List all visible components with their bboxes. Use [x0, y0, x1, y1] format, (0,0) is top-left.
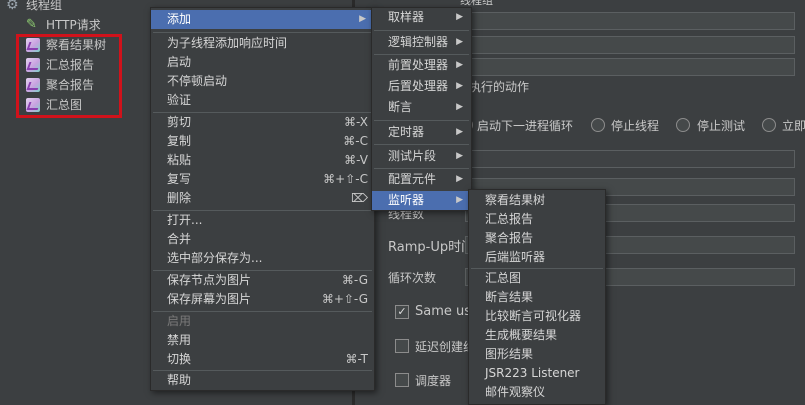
chevron-right-icon: ▶ — [456, 195, 463, 205]
menu-item-assertion-results[interactable]: 断言结果 — [469, 288, 605, 307]
chevron-right-icon: ▶ — [359, 14, 366, 24]
menu-item-delete[interactable]: 删除 ⌦ — [151, 189, 374, 208]
menu-item-summary-report[interactable]: 汇总报告 — [469, 210, 605, 229]
radio-stop-test[interactable] — [676, 118, 690, 132]
menu-item-post-processor[interactable]: 后置处理器 ▶ — [372, 77, 471, 96]
menu-item-listener[interactable]: 监听器 ▶ — [372, 191, 471, 210]
menu-item-save-selection[interactable]: 选中部分保存为... — [151, 249, 374, 268]
menu-item-copy[interactable]: 复制 ⌘-C — [151, 132, 374, 151]
chevron-right-icon: ▶ — [456, 127, 463, 137]
menu-item-view-results-tree[interactable]: 察看结果树 — [469, 191, 605, 210]
menu-item-backend-listener[interactable]: 后端监听器 — [469, 248, 605, 267]
rampup-label: Ramp-Up时间 — [388, 240, 475, 255]
menu-item-jsr223-listener[interactable]: JSR223 Listener — [469, 364, 605, 383]
menu-item-generate-summary[interactable]: 生成概要结果 — [469, 326, 605, 345]
menu-item-comparison-visualizer[interactable]: 比较断言可视化器 — [469, 307, 605, 326]
menu-item-config-element[interactable]: 配置元件 ▶ — [372, 170, 471, 189]
threads-panel — [465, 150, 795, 168]
name-field[interactable] — [465, 12, 795, 30]
menu-item-save-node-image[interactable]: 保存节点为图片 ⌘-G — [151, 271, 374, 290]
menu-item-toggle[interactable]: 切换 ⌘-T — [151, 350, 374, 369]
chevron-right-icon: ▶ — [456, 12, 463, 22]
menu-item-merge[interactable]: 合并 — [151, 230, 374, 249]
menu-item-logic-controller[interactable]: 逻辑控制器 ▶ — [372, 33, 471, 52]
menu-separator — [374, 120, 469, 121]
scheduler-label: 调度器 — [415, 374, 452, 388]
menu-item[interactable]: 验证 — [151, 91, 374, 110]
menu-item-cut[interactable]: 剪切 ⌘-X — [151, 113, 374, 132]
radio-label: 停止线程 — [611, 119, 660, 133]
menu-separator — [374, 30, 469, 31]
add-submenu: 取样器 ▶ 逻辑控制器 ▶ 前置处理器 ▶ 后置处理器 ▶ 断言 ▶ 定时器 ▶ 测试片段 ▶… — [371, 7, 472, 211]
radio-stop-thread[interactable] — [591, 118, 605, 132]
menu-item-paste[interactable]: 粘贴 ⌘-V — [151, 151, 374, 170]
gear-icon: ⚙ — [6, 0, 19, 13]
menu-item-enable[interactable]: 启用 — [151, 312, 374, 331]
listener-submenu: 察看结果树 汇总报告 聚合报告 后端监听器 汇总图 断言结果 比较断言可视化器 … — [468, 189, 606, 405]
tree-node-label: 线程组 — [26, 0, 63, 12]
menu-item-save-screen-image[interactable]: 保存屏幕为图片 ⌘+⇧-G — [151, 290, 374, 309]
menu-item[interactable]: 不停顿启动 — [151, 72, 374, 91]
tree-node-http-request[interactable]: ✎ HTTP请求 — [0, 15, 150, 35]
menu-item[interactable]: 为子线程添加响应时间 — [151, 34, 374, 53]
menu-item-open[interactable]: 打开... — [151, 211, 374, 230]
menu-item-sampler[interactable]: 取样器 ▶ — [372, 8, 471, 27]
menu-item-assertion[interactable]: 断言 ▶ — [372, 98, 471, 117]
pipette-icon: ✎ — [26, 17, 37, 32]
menu-separator — [374, 54, 469, 55]
extra-field[interactable] — [465, 58, 795, 76]
menu-item-duplicate[interactable]: 复写 ⌘+⇧-C — [151, 170, 374, 189]
menu-item-pre-processor[interactable]: 前置处理器 ▶ — [372, 56, 471, 75]
menu-separator — [374, 168, 469, 169]
same-user-checkbox[interactable]: ✓ — [395, 305, 409, 319]
tree-node-label: HTTP请求 — [46, 18, 101, 32]
menu-item-test-fragment[interactable]: 测试片段 ▶ — [372, 147, 471, 166]
chevron-right-icon: ▶ — [456, 102, 463, 112]
menu-item[interactable]: 启动 — [151, 53, 374, 72]
action-label: 执行的动作 — [469, 80, 530, 94]
radio-stop-now[interactable] — [762, 118, 776, 132]
chevron-right-icon: ▶ — [456, 174, 463, 184]
chevron-right-icon: ▶ — [456, 151, 463, 161]
menu-item-disable[interactable]: 禁用 — [151, 331, 374, 350]
menu-item-aggregate-report[interactable]: 聚合报告 — [469, 229, 605, 248]
delay-label: 延迟创建线 — [415, 340, 476, 354]
comment-field[interactable] — [465, 36, 795, 54]
radio-label: 启动下一进程循环 — [477, 119, 574, 133]
menu-item-graph-results[interactable]: 图形结果 — [469, 345, 605, 364]
tree-node-thread-group[interactable]: ⚙ 线程组 — [0, 0, 140, 15]
menu-item-add[interactable]: 添加 ▶ — [151, 10, 374, 29]
context-menu: 添加 ▶ 为子线程添加响应时间 启动 不停顿启动 验证 剪切 ⌘-X 复制 ⌘-C 粘… — [150, 7, 375, 391]
menu-item-help[interactable]: 帮助 — [151, 371, 374, 390]
chevron-right-icon: ▶ — [456, 37, 463, 47]
scheduler-checkbox[interactable] — [395, 373, 409, 387]
radio-label: 立即 — [782, 119, 805, 133]
radio-label: 停止测试 — [697, 119, 746, 133]
menu-item-timer[interactable]: 定时器 ▶ — [372, 123, 471, 142]
menu-separator — [374, 144, 469, 145]
chevron-right-icon: ▶ — [456, 60, 463, 70]
chevron-right-icon: ▶ — [456, 81, 463, 91]
menu-item-aggregate-graph[interactable]: 汇总图 — [469, 269, 605, 288]
menu-item-mailer-visualizer[interactable]: 邮件观察仪 — [469, 383, 605, 402]
highlight-box — [16, 34, 122, 118]
delay-checkbox[interactable] — [395, 339, 409, 353]
menu-separator — [153, 32, 372, 33]
loop-label: 循环次数 — [388, 271, 437, 285]
